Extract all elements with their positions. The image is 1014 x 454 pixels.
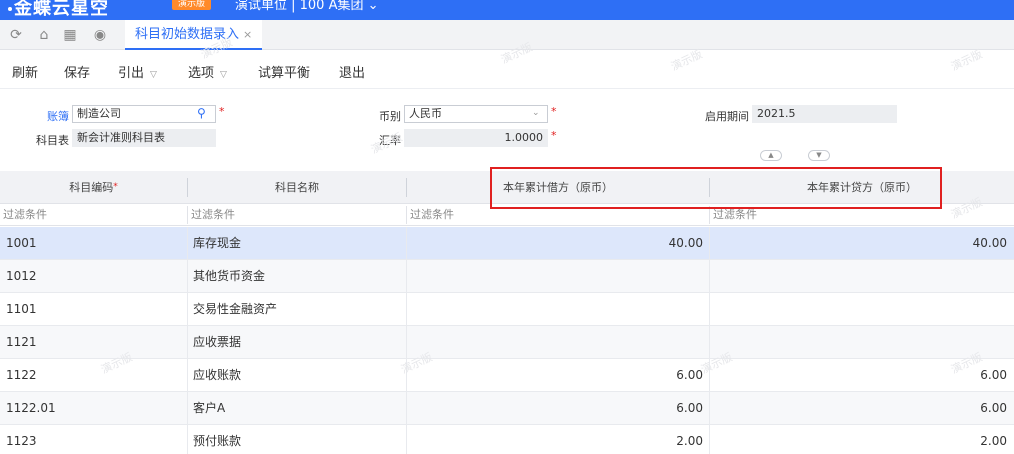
filter-input-credit[interactable]: 过滤条件 — [709, 206, 1014, 224]
cell-divider — [187, 392, 188, 425]
demo-badge: 演示版 — [172, 0, 212, 10]
required-mark: * — [551, 105, 557, 118]
cell-ytd-debit[interactable]: 6.00 — [407, 392, 703, 425]
required-mark: * — [551, 129, 557, 142]
tab-label: 科目初始数据录入 — [135, 27, 240, 42]
required-mark: * — [219, 105, 225, 118]
required-mark: * — [113, 182, 118, 192]
start-period-field: 2021.5 — [752, 105, 897, 123]
table-row[interactable]: 1121 应收票据 — [0, 326, 1014, 359]
app-logo[interactable]: 金蝶云星空 — [8, 0, 109, 20]
table-row[interactable]: 1001 库存现金 40.00 40.00 — [0, 227, 1014, 260]
column-header-ytd-credit[interactable]: 本年累计贷方（原币） — [710, 171, 1014, 204]
collapse-up-icon[interactable]: ▲ — [760, 150, 782, 161]
cell-account-name[interactable]: 应收账款 — [193, 359, 403, 392]
cell-divider — [187, 359, 188, 392]
account-book-label[interactable]: 账簿 — [40, 108, 69, 124]
cell-account-code[interactable]: 1122 — [6, 359, 181, 392]
tab-bar: ⟳ ⌂ ▦ ◉ 科目初始数据录入 × — [0, 20, 1014, 50]
apps-icon[interactable]: ▦ — [62, 27, 78, 43]
exit-button[interactable]: 退出 — [339, 62, 365, 81]
cell-account-code[interactable]: 1012 — [6, 260, 181, 293]
cell-ytd-credit[interactable]: 6.00 — [710, 359, 1007, 392]
chevron-down-icon: ⌄ — [367, 0, 379, 13]
cell-account-name[interactable]: 交易性金融资产 — [193, 293, 403, 326]
currency-select[interactable]: 人民币 — [404, 105, 548, 123]
cell-ytd-credit[interactable]: 2.00 — [710, 425, 1007, 454]
filter-input-name[interactable]: 过滤条件 — [187, 206, 406, 224]
table-row[interactable]: 1122.01 客户A 6.00 6.00 — [0, 392, 1014, 425]
tab-account-initial-data[interactable]: 科目初始数据录入 × — [125, 20, 263, 50]
table-row[interactable]: 1123 预付账款 2.00 2.00 — [0, 425, 1014, 454]
search-icon[interactable]: ⚲ — [197, 106, 206, 120]
home-icon[interactable]: ⌂ — [36, 27, 52, 43]
chat-icon[interactable]: ◉ — [92, 27, 108, 43]
cell-ytd-debit[interactable] — [407, 326, 703, 359]
options-menu-button[interactable]: 选项 ▽ — [188, 62, 227, 81]
cell-ytd-credit[interactable] — [710, 326, 1007, 359]
cell-ytd-debit[interactable]: 6.00 — [407, 359, 703, 392]
refresh-button[interactable]: 刷新 — [12, 62, 38, 81]
chevron-down-icon: ▽ — [150, 70, 157, 80]
cell-ytd-credit[interactable]: 40.00 — [710, 227, 1007, 260]
app-header: 金蝶云星空 演示版 演试单位 | 100 A集团 ⌄ — [0, 0, 1014, 20]
cell-account-code[interactable]: 1122.01 — [6, 392, 181, 425]
table-row[interactable]: 1012 其他货币资金 — [0, 260, 1014, 293]
exchange-rate-label: 汇率 — [379, 134, 401, 147]
close-icon[interactable]: × — [243, 28, 252, 41]
filter-row: 过滤条件 过滤条件 过滤条件 过滤条件 — [0, 204, 1014, 226]
save-button[interactable]: 保存 — [64, 62, 90, 81]
column-header-name[interactable]: 科目名称 — [188, 171, 406, 204]
cell-account-code[interactable]: 1001 — [6, 227, 181, 260]
cell-account-name[interactable]: 预付账款 — [193, 425, 403, 454]
column-header-ytd-debit[interactable]: 本年累计借方（原币） — [407, 171, 709, 204]
cell-divider — [187, 260, 188, 293]
export-menu-button[interactable]: 引出 ▽ — [118, 62, 157, 81]
refresh-icon[interactable]: ⟳ — [8, 27, 24, 43]
cell-ytd-debit[interactable] — [407, 293, 703, 326]
chevron-down-icon: ▽ — [220, 70, 227, 80]
cell-divider — [187, 425, 188, 454]
chart-of-accounts-field: 新会计准则科目表 — [72, 129, 216, 147]
chevron-down-icon[interactable]: ⌄ — [532, 108, 540, 118]
cell-ytd-debit[interactable] — [407, 260, 703, 293]
expand-down-icon[interactable]: ▼ — [808, 150, 830, 161]
header-form: 账簿 制造公司 ⚲ * 科目表 新会计准则科目表 币别 人民币 ⌄ * 汇率 1… — [0, 89, 1014, 171]
column-header-code[interactable]: 科目编码* — [0, 171, 187, 204]
cell-account-code[interactable]: 1101 — [6, 293, 181, 326]
grid-header: 科目编码* 科目名称 本年累计借方（原币） 本年累计贷方（原币） — [0, 171, 1014, 204]
cell-account-name[interactable]: 库存现金 — [193, 227, 403, 260]
chart-of-accounts-label: 科目表 — [36, 134, 69, 147]
cell-divider — [187, 293, 188, 326]
cell-account-code[interactable]: 1121 — [6, 326, 181, 359]
filter-input-code[interactable]: 过滤条件 — [0, 206, 186, 224]
cell-ytd-credit[interactable] — [710, 260, 1007, 293]
cell-account-code[interactable]: 1123 — [6, 425, 181, 454]
account-grid: 科目编码* 科目名称 本年累计借方（原币） 本年累计贷方（原币） 过滤条件 过滤… — [0, 171, 1014, 454]
currency-label: 币别 — [379, 110, 401, 123]
cell-ytd-credit[interactable] — [710, 293, 1007, 326]
table-row[interactable]: 1122 应收账款 6.00 6.00 — [0, 359, 1014, 392]
filter-input-debit[interactable]: 过滤条件 — [406, 206, 709, 224]
start-period-label: 启用期间 — [705, 110, 749, 123]
cell-account-name[interactable]: 应收票据 — [193, 326, 403, 359]
account-book-field[interactable]: 制造公司 — [72, 105, 216, 123]
table-row[interactable]: 1101 交易性金融资产 — [0, 293, 1014, 326]
cell-ytd-credit[interactable]: 6.00 — [710, 392, 1007, 425]
cell-divider — [187, 227, 188, 260]
exchange-rate-field: 1.0000 — [404, 129, 548, 147]
cell-account-name[interactable]: 其他货币资金 — [193, 260, 403, 293]
org-selector[interactable]: 演试单位 | 100 A集团 ⌄ — [235, 0, 379, 13]
cell-account-name[interactable]: 客户A — [193, 392, 403, 425]
toolbar: 刷新 保存 引出 ▽ 选项 ▽ 试算平衡 退出 — [0, 51, 1014, 89]
cell-divider — [187, 326, 188, 359]
cell-ytd-debit[interactable]: 40.00 — [407, 227, 703, 260]
trial-balance-button[interactable]: 试算平衡 — [258, 62, 310, 81]
cell-ytd-debit[interactable]: 2.00 — [407, 425, 703, 454]
